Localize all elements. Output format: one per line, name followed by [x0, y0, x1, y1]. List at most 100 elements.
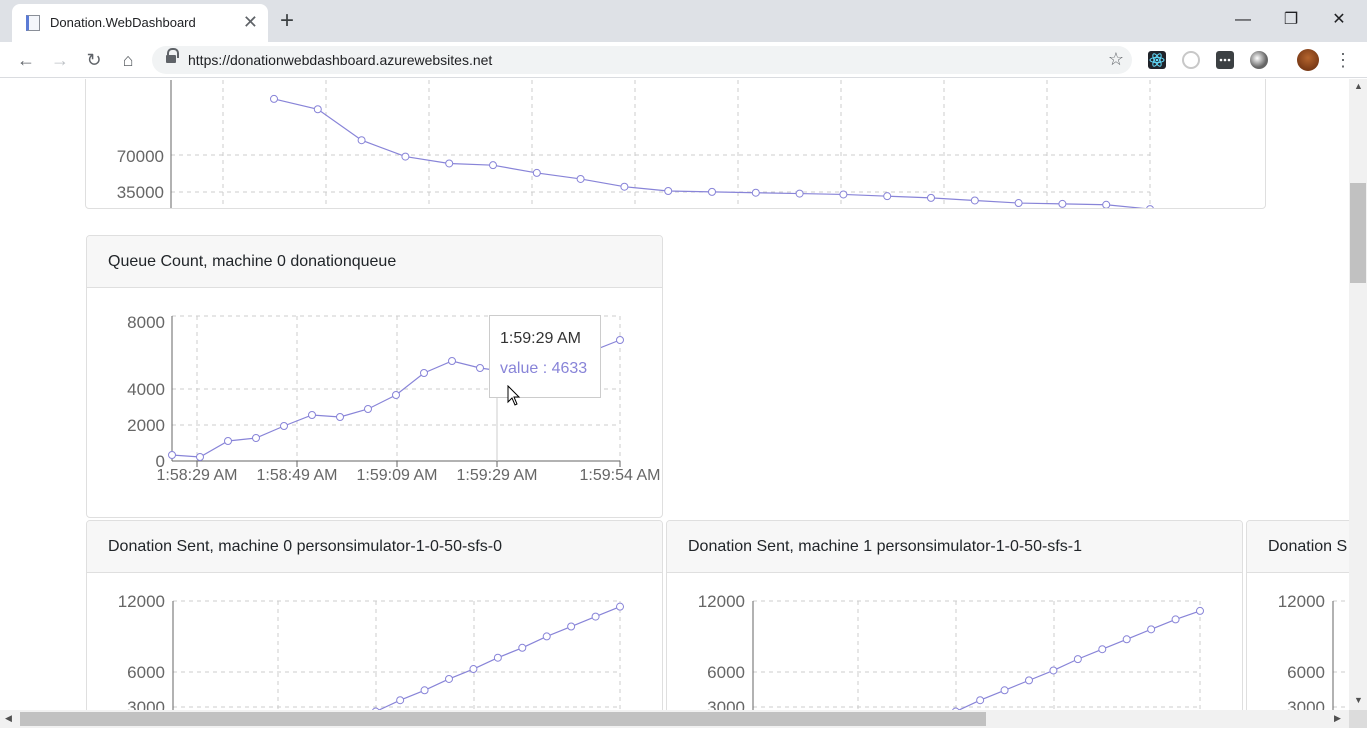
donation-sent-card-0: Donation Sent, machine 0 personsimulator…: [86, 520, 663, 710]
data-point: [336, 413, 344, 421]
profile-avatar[interactable]: [1297, 49, 1319, 71]
star-icon[interactable]: ☆: [1108, 49, 1124, 70]
tooltip-time: 1:59:29 AM: [500, 330, 581, 347]
address-bar[interactable]: https://donationwebdashboard.azurewebsit…: [152, 46, 1132, 74]
data-point: [313, 105, 322, 114]
horizontal-scrollbar[interactable]: ◀ ▶: [0, 710, 1349, 728]
menu-icon[interactable]: ⋮: [1334, 48, 1352, 72]
data-point: [1073, 655, 1082, 664]
data-point: [1146, 205, 1154, 208]
y-tick-label: 70000: [117, 147, 164, 166]
y-tick-label: 3000: [707, 698, 745, 710]
data-point: [308, 411, 316, 419]
card-header: Donation S: [1247, 521, 1349, 573]
reload-icon[interactable]: ↻: [82, 48, 106, 72]
data-point: [196, 453, 204, 461]
vertical-scroll-thumb[interactable]: [1350, 183, 1366, 283]
back-arrow-icon[interactable]: ←: [14, 48, 38, 72]
data-point: [518, 643, 527, 652]
data-point: [927, 193, 935, 202]
data-point: [708, 187, 716, 196]
mouse-cursor-icon: [507, 385, 521, 406]
data-point: [420, 369, 428, 377]
page-content: russiabrazilportugalswedenjapanczech rep…: [0, 79, 1349, 710]
data-point: [616, 602, 624, 611]
data-point: [976, 696, 985, 705]
donation-sent-chart-1: 12000 6000 3000: [698, 592, 1204, 710]
scroll-up-icon[interactable]: ▲: [1354, 81, 1363, 91]
card-title: Donation Sent, machine 1 personsimulator…: [688, 538, 1082, 555]
scrollbar-corner: [1349, 710, 1367, 728]
extension-circle-icon[interactable]: [1250, 51, 1268, 69]
donation-sent-chart-0: 12000 6000 3000: [118, 592, 624, 710]
tab-title: Donation.WebDashboard: [50, 15, 196, 30]
donation-sent-chart-2: 12000 6000 3000: [1278, 592, 1349, 710]
data-point: [1122, 635, 1131, 644]
data-point: [567, 622, 576, 631]
extension-dots-icon[interactable]: [1216, 51, 1234, 69]
data-point: [1058, 199, 1067, 208]
series-line: [377, 606, 621, 710]
home-icon[interactable]: ⌂: [116, 48, 140, 72]
y-tick-label: 3000: [127, 698, 165, 710]
browser-tab[interactable]: Donation.WebDashboard ✕: [12, 4, 268, 42]
y-tick-label: 12000: [698, 592, 745, 611]
y-tick-label: 12000: [1278, 592, 1325, 611]
data-point: [469, 665, 478, 674]
y-tick-label: 8000: [127, 313, 165, 332]
y-tick-label: 2000: [127, 416, 165, 435]
data-point: [970, 196, 979, 205]
data-point: [616, 336, 624, 344]
y-tick-label: 35000: [117, 183, 164, 202]
minimize-icon[interactable]: —: [1220, 6, 1266, 36]
queue-count-card: Queue Count, machine 0 donationqueue 1:5…: [86, 235, 663, 518]
data-point: [795, 189, 804, 198]
vertical-scrollbar[interactable]: ▲ ▼: [1349, 79, 1367, 710]
card-title: Queue Count, machine 0 donationqueue: [108, 253, 397, 270]
data-point: [420, 686, 429, 695]
donation-sent-card-1: Donation Sent, machine 1 personsimulator…: [666, 520, 1243, 710]
data-point: [396, 696, 405, 705]
extension-icon[interactable]: [1182, 51, 1200, 69]
x-tick-label: 1:58:49 AM: [257, 467, 338, 484]
data-point: [1196, 606, 1204, 615]
data-point: [493, 653, 502, 662]
react-devtools-icon[interactable]: [1148, 51, 1166, 69]
y-tick-label: 3000: [1287, 698, 1325, 710]
data-point: [1171, 615, 1180, 624]
url-text[interactable]: https://donationwebdashboard.azurewebsit…: [188, 52, 492, 68]
data-point: [883, 192, 892, 201]
scroll-right-icon[interactable]: ▶: [1334, 713, 1341, 724]
data-point: [542, 632, 551, 641]
tooltip-value: value : 4633: [500, 360, 588, 377]
page-favicon-icon: [26, 15, 40, 31]
data-point: [168, 451, 176, 459]
forward-arrow-icon[interactable]: →: [48, 48, 72, 72]
data-point: [1025, 676, 1033, 685]
data-point: [1049, 666, 1058, 675]
data-point: [364, 405, 372, 413]
y-tick-label: 12000: [118, 592, 165, 611]
x-tick-label: 1:58:29 AM: [157, 467, 238, 484]
horizontal-scroll-thumb[interactable]: [20, 712, 986, 726]
close-tab-icon[interactable]: ✕: [243, 12, 258, 32]
data-point: [751, 188, 760, 197]
browser-toolbar: ← → ↻ ⌂ https://donationwebdashboard.azu…: [0, 42, 1367, 78]
data-point: [1147, 625, 1156, 634]
donation-sent-card-2: Donation S 12000 6000 3000: [1246, 520, 1349, 710]
data-point: [1000, 686, 1009, 695]
data-point: [1014, 199, 1023, 208]
y-tick-label: 0: [156, 452, 165, 471]
x-tick-label: 1:59:09 AM: [357, 467, 438, 484]
data-point: [664, 187, 673, 195]
series-line: [957, 610, 1201, 710]
tab-strip: Donation.WebDashboard ✕ + — ❐ ✕: [0, 0, 1367, 42]
new-tab-icon[interactable]: +: [280, 8, 294, 34]
data-point: [1102, 200, 1111, 208]
restore-icon[interactable]: ❐: [1268, 6, 1314, 36]
scroll-down-icon[interactable]: ▼: [1354, 695, 1363, 705]
close-window-icon[interactable]: ✕: [1316, 6, 1362, 36]
scroll-left-icon[interactable]: ◀: [5, 713, 12, 724]
card-title: Donation S: [1268, 538, 1348, 555]
card-header: Queue Count, machine 0 donationqueue: [87, 236, 662, 288]
